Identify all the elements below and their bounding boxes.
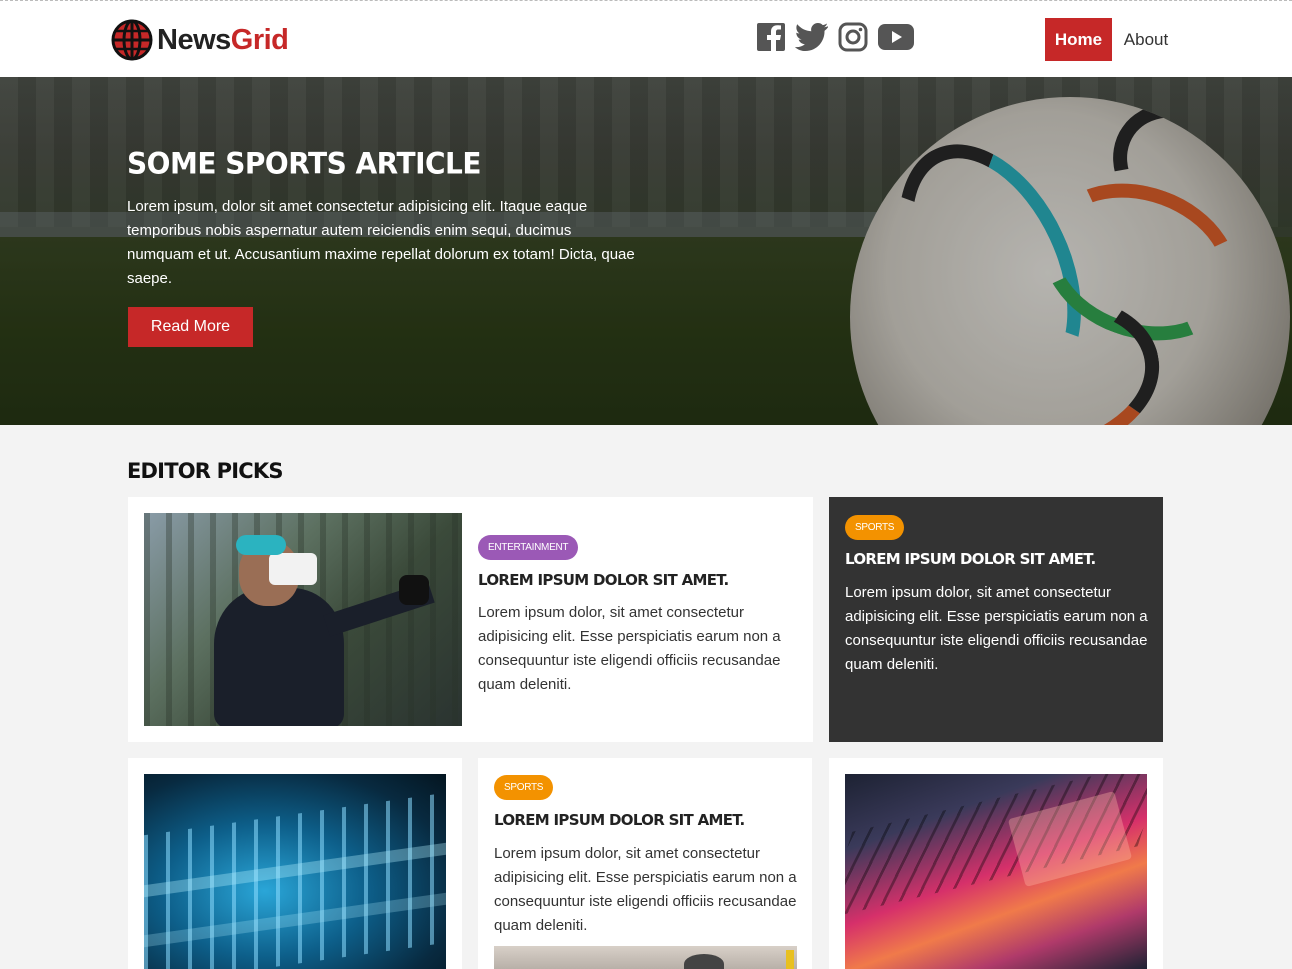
card-title[interactable]: Lorem ipsum dolor sit amet. xyxy=(845,550,1145,568)
card-tag-wrap: Sports xyxy=(845,515,905,540)
category-tag[interactable]: Entertainment xyxy=(478,535,579,560)
logo-text-main: News xyxy=(157,23,231,56)
image-card[interactable] xyxy=(829,758,1163,969)
article-card[interactable]: Sports Lorem ipsum dolor sit amet. Lorem… xyxy=(478,758,812,969)
card-text: Lorem ipsum dolor, sit amet consectetur … xyxy=(494,845,797,934)
facebook-icon[interactable] xyxy=(756,22,786,52)
server-rack-photo xyxy=(144,774,446,969)
card-text: Lorem ipsum dolor, sit amet consectetur … xyxy=(845,584,1148,673)
hero-title: Some Sports Article xyxy=(127,146,482,181)
nav-home-link[interactable]: Home xyxy=(1045,18,1112,61)
twitter-icon[interactable] xyxy=(795,22,829,52)
card-tag-wrap: Sports xyxy=(494,775,554,800)
navbar: NewsGrid Home About xyxy=(0,3,1292,77)
hero-section: Some Sports Article Lorem ipsum, dolor s… xyxy=(0,77,1292,425)
card-title[interactable]: Lorem ipsum dolor sit amet. xyxy=(478,571,798,589)
card-tag-wrap: Entertainment xyxy=(478,535,579,560)
logo-text: NewsGrid xyxy=(157,23,289,57)
globe-icon xyxy=(111,19,153,61)
hero-text: Lorem ipsum, dolor sit amet consectetur … xyxy=(127,198,635,287)
logo[interactable]: NewsGrid xyxy=(111,19,289,61)
category-tag[interactable]: Sports xyxy=(845,515,905,540)
image-card[interactable] xyxy=(128,758,462,969)
youtube-icon[interactable] xyxy=(878,22,914,52)
vr-headset-photo xyxy=(144,513,462,726)
card-text: Lorem ipsum dolor, sit amet consectetur … xyxy=(478,604,781,693)
laptop-keyboard-photo xyxy=(845,774,1147,969)
section-title-editor-picks: Editor Picks xyxy=(127,459,283,483)
category-tag[interactable]: Sports xyxy=(494,775,554,800)
article-card[interactable]: Entertainment Lorem ipsum dolor sit amet… xyxy=(128,497,813,742)
article-card[interactable]: Sports Lorem ipsum dolor sit amet. Lorem… xyxy=(829,497,1163,742)
logo-text-accent: Grid xyxy=(230,23,289,56)
card-title[interactable]: Lorem ipsum dolor sit amet. xyxy=(494,811,794,829)
cyclist-photo xyxy=(494,946,797,969)
read-more-button[interactable]: Read More xyxy=(128,307,253,347)
instagram-icon[interactable] xyxy=(838,22,868,52)
nav-about-link[interactable]: About xyxy=(1118,18,1174,61)
